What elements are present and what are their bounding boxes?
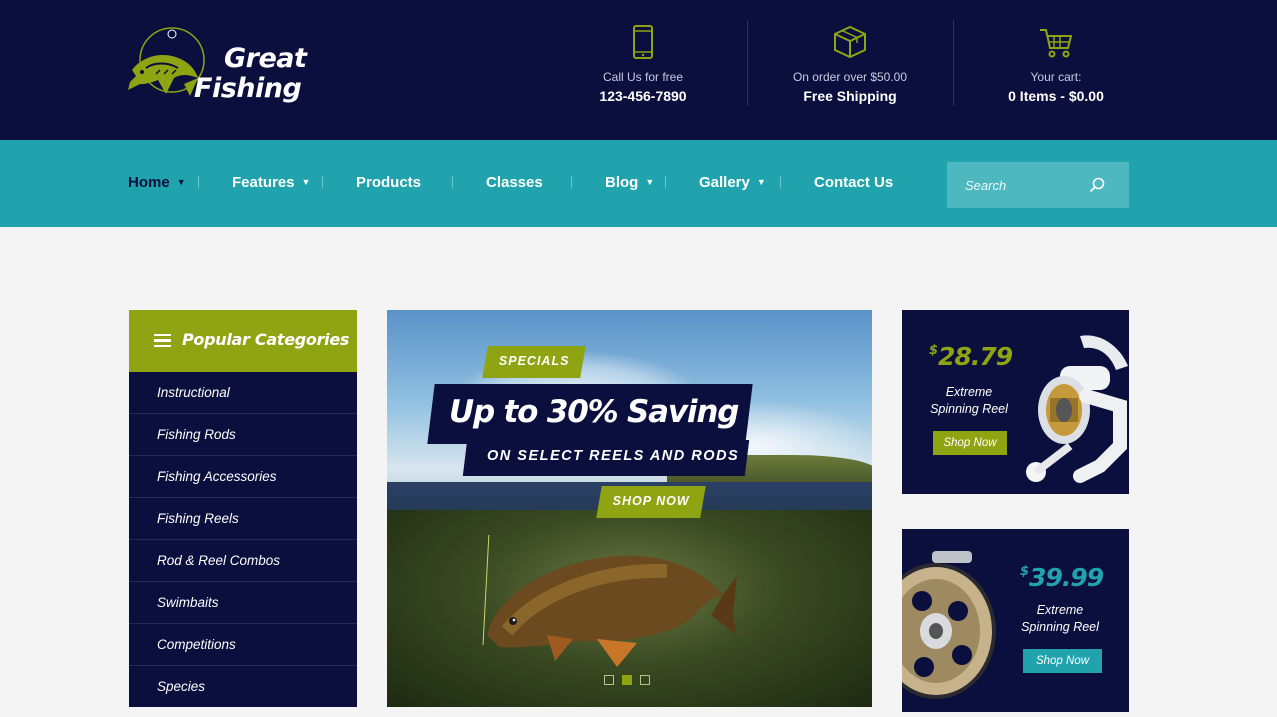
cart-summary[interactable]: 0 Items - $0.00 xyxy=(953,88,1159,104)
price-value: 39.99 xyxy=(1029,563,1104,592)
chevron-down-icon: ▼ xyxy=(176,177,186,187)
nav-separator xyxy=(452,176,453,188)
carp-fish-image xyxy=(482,535,737,667)
category-item[interactable]: Swimbaits xyxy=(129,582,357,624)
promo-title: Extreme Spinning Reel xyxy=(1014,602,1106,636)
nav-item-home[interactable]: Home ▼ xyxy=(128,174,186,194)
promo-card: $28.79 Extreme Spinning Reel Shop Now xyxy=(902,310,1129,494)
shipping-value: Free Shipping xyxy=(803,88,897,104)
specials-badge: SPECIALS xyxy=(482,346,586,378)
shop-now-button[interactable]: SHOP NOW xyxy=(596,486,706,518)
promo-title-line1: Extreme xyxy=(945,385,993,399)
fly-reel-image xyxy=(902,551,996,699)
nav-label: Features xyxy=(232,174,295,191)
category-item[interactable]: Fishing Reels xyxy=(129,498,357,540)
promo-title-line2: Spinning Reel xyxy=(1021,620,1099,634)
promo-shop-now-button[interactable]: Shop Now xyxy=(1023,649,1102,673)
shipping-label: On order over $50.00 xyxy=(792,70,908,84)
nav-label: Gallery xyxy=(699,174,750,191)
currency-symbol: $ xyxy=(1020,564,1029,579)
menu-icon xyxy=(154,334,171,348)
category-item[interactable]: Fishing Accessories xyxy=(129,456,357,498)
hero-subline: ON SELECT REELS AND RODS xyxy=(487,448,740,464)
nav-label: Home xyxy=(128,174,170,191)
call-us-label: Call Us for free xyxy=(602,70,684,84)
nav-label: Contact Us xyxy=(814,174,894,191)
nav-item-gallery[interactable]: Gallery ▼ xyxy=(699,174,766,194)
promo-price: $39.99 xyxy=(1020,563,1104,592)
nav-item-products[interactable]: Products xyxy=(356,174,421,194)
box-icon xyxy=(834,25,866,59)
promo-title: Extreme Spinning Reel xyxy=(924,384,1014,418)
shipping-block: On order over $50.00 Free Shipping xyxy=(747,20,953,106)
nav-label: Blog xyxy=(605,174,639,191)
category-item[interactable]: Fishing Rods xyxy=(129,414,357,456)
specials-label: SPECIALS xyxy=(498,354,570,368)
site-logo[interactable]: Great Fishing xyxy=(128,24,308,114)
hero-slider: SPECIALS Up to 30% Saving ON SELECT REEL… xyxy=(387,310,872,707)
spinning-reel-image xyxy=(1026,335,1128,483)
nav-item-classes[interactable]: Classes xyxy=(486,174,543,194)
search-icon[interactable] xyxy=(1089,177,1105,193)
nav-separator xyxy=(780,176,781,188)
nav-item-blog[interactable]: Blog ▼ xyxy=(605,174,654,194)
category-item[interactable]: Species xyxy=(129,666,357,708)
categories-header[interactable]: Popular Categories xyxy=(129,310,357,372)
site-header: Great Fishing Call Us for free 123-456-7… xyxy=(0,0,1277,140)
logo-line2: Fishing xyxy=(194,73,302,104)
main-nav: Home ▼ Features ▼ Products Classes Blog ▼ G… xyxy=(0,140,1277,227)
slider-dot[interactable] xyxy=(604,675,614,685)
category-item[interactable]: Rod & Reel Combos xyxy=(129,540,357,582)
promo-price: $28.79 xyxy=(929,342,1013,371)
slider-dots xyxy=(604,670,658,685)
categories-title: Popular Categories xyxy=(182,330,350,349)
price-value: 28.79 xyxy=(938,342,1013,371)
chevron-down-icon: ▼ xyxy=(301,177,311,187)
category-item[interactable]: Instructional xyxy=(129,372,357,414)
nav-separator xyxy=(198,176,199,188)
promo-title-line2: Spinning Reel xyxy=(930,402,1008,416)
nav-separator xyxy=(665,176,666,188)
promo-card: $39.99 Extreme Spinning Reel Shop Now xyxy=(902,529,1129,712)
logo-line1: Great xyxy=(224,43,307,74)
popular-categories: Popular Categories Instructional Fishing… xyxy=(129,310,357,707)
currency-symbol: $ xyxy=(929,343,938,358)
call-us-block: Call Us for free 123-456-7890 xyxy=(540,20,746,106)
nav-separator xyxy=(322,176,323,188)
hero-headline: Up to 30% Saving xyxy=(449,394,739,430)
logo-text: Great Fishing xyxy=(194,43,307,104)
slider-dot-active[interactable] xyxy=(622,675,632,685)
cart-label: Your cart: xyxy=(1030,70,1082,84)
chevron-down-icon: ▼ xyxy=(756,177,766,187)
promo-shop-now-button[interactable]: Shop Now xyxy=(933,431,1007,455)
category-list: Instructional Fishing Rods Fishing Acces… xyxy=(129,372,357,708)
search-box[interactable] xyxy=(947,162,1129,208)
cart-block[interactable]: Your cart: 0 Items - $0.00 xyxy=(953,20,1159,106)
nav-item-contact-us[interactable]: Contact Us xyxy=(814,174,893,194)
phone-number[interactable]: 123-456-7890 xyxy=(540,88,746,104)
search-input[interactable] xyxy=(947,162,1087,208)
nav-label: Products xyxy=(356,174,422,191)
slider-dot[interactable] xyxy=(640,675,650,685)
phone-icon xyxy=(633,25,653,59)
nav-label: Classes xyxy=(486,174,543,191)
category-item[interactable]: Competitions xyxy=(129,624,357,666)
cart-icon xyxy=(1040,29,1073,58)
nav-separator xyxy=(571,176,572,188)
nav-item-features[interactable]: Features ▼ xyxy=(232,174,310,194)
chevron-down-icon: ▼ xyxy=(645,177,655,187)
promo-title-line1: Extreme xyxy=(1036,603,1084,617)
shop-now-label: SHOP NOW xyxy=(612,494,690,508)
